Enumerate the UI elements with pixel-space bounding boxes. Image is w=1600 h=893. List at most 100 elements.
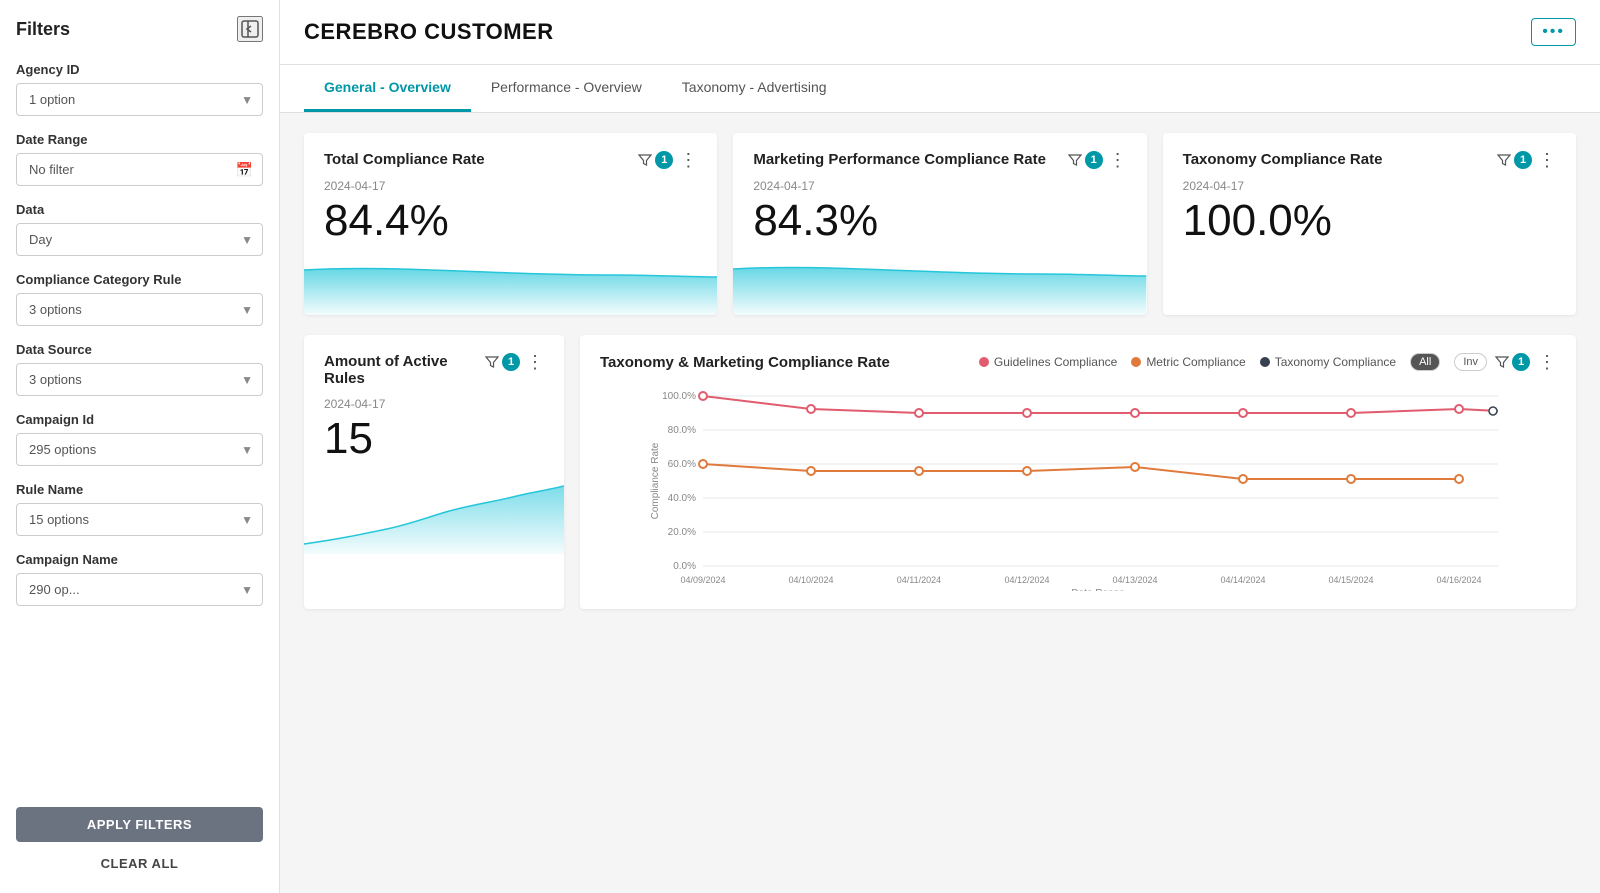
filter-badge-3: 1 [1514, 151, 1532, 169]
tab-performance-overview[interactable]: Performance - Overview [471, 65, 662, 112]
apply-filters-button[interactable]: APPLY FILTERS [16, 807, 263, 842]
kpi-cards-row: Total Compliance Rate 1 ⋮ 2024-04-17 84.… [304, 133, 1576, 315]
sidebar-buttons: APPLY FILTERS CLEAR ALL [16, 795, 263, 893]
chart-legend: Guidelines Compliance Metric Compliance … [979, 353, 1487, 371]
filter-date-range: Date Range No filter 📅 [16, 132, 263, 186]
filter-compliance-category: Compliance Category Rule 3 options ▼ [16, 272, 263, 326]
card-total-compliance-actions: 1 ⋮ [638, 151, 697, 169]
filter-rule-name-select[interactable]: 15 options [16, 503, 263, 536]
card-taxonomy-compliance: Taxonomy Compliance Rate 1 ⋮ 2024-04-17 … [1163, 133, 1576, 315]
legend-dot-guidelines [979, 357, 989, 367]
filter-agency-id: Agency ID 1 option ▼ [16, 62, 263, 116]
sidebar-collapse-button[interactable] [237, 16, 263, 42]
legend-dot-taxonomy [1260, 357, 1270, 367]
taxonomy-compliance-date: 2024-04-17 [1183, 179, 1556, 193]
legend-guidelines: Guidelines Compliance [979, 355, 1117, 369]
marketing-performance-more-button[interactable]: ⋮ [1109, 151, 1127, 169]
tab-general-overview[interactable]: General - Overview [304, 65, 471, 112]
legend-dot-metric [1131, 357, 1141, 367]
total-compliance-more-button[interactable]: ⋮ [679, 151, 697, 169]
svg-text:04/11/2024: 04/11/2024 [897, 575, 941, 585]
filter-data-label: Data [16, 202, 263, 217]
line-chart-actions: Guidelines Compliance Metric Compliance … [979, 353, 1556, 371]
sidebar: Filters Agency ID 1 option ▼ Date Range … [0, 0, 280, 893]
line-chart-more-button[interactable]: ⋮ [1538, 353, 1556, 371]
filter-rule-name: Rule Name 15 options ▼ [16, 482, 263, 536]
taxonomy-compliance-chart [1163, 255, 1576, 315]
svg-text:04/16/2024: 04/16/2024 [1436, 575, 1481, 585]
legend-taxonomy: Taxonomy Compliance [1260, 355, 1396, 369]
filter-compliance-category-select[interactable]: 3 options [16, 293, 263, 326]
active-rules-more-button[interactable]: ⋮ [526, 353, 544, 371]
card-active-rules: Amount of Active Rules 1 ⋮ 2024-04-17 15 [304, 335, 564, 609]
total-compliance-chart [304, 255, 717, 315]
line-chart-card: Taxonomy & Marketing Compliance Rate Gui… [580, 335, 1576, 609]
filter-icon-2 [1068, 153, 1082, 167]
marketing-performance-filter-button[interactable]: 1 [1068, 151, 1103, 169]
legend-label-guidelines: Guidelines Compliance [994, 355, 1117, 369]
filter-badge-2: 1 [1085, 151, 1103, 169]
header-menu-button[interactable]: ••• [1531, 18, 1576, 46]
card-taxonomy-compliance-header: Taxonomy Compliance Rate 1 ⋮ [1183, 151, 1556, 169]
filter-data-source: Data Source 3 options ▼ [16, 342, 263, 396]
filter-icon-5 [1495, 355, 1509, 369]
filter-data-select[interactable]: Day [16, 223, 263, 256]
tab-taxonomy-advertising[interactable]: Taxonomy - Advertising [662, 65, 847, 112]
marketing-performance-date: 2024-04-17 [753, 179, 1126, 193]
svg-text:Date Range: Date Range [1071, 588, 1125, 591]
active-rules-date: 2024-04-17 [324, 397, 544, 411]
filter-campaign-name-select[interactable]: 290 op... [16, 573, 263, 606]
filter-date-range-select[interactable]: No filter [16, 153, 263, 186]
svg-text:04/10/2024: 04/10/2024 [788, 575, 833, 585]
filter-compliance-category-wrap: 3 options ▼ [16, 293, 263, 326]
filter-badge-5: 1 [1512, 353, 1530, 371]
active-rules-value: 15 [324, 415, 544, 463]
taxonomy-compliance-filter-button[interactable]: 1 [1497, 151, 1532, 169]
card-active-rules-title: Amount of Active Rules [324, 353, 477, 387]
collapse-icon [239, 18, 261, 40]
total-compliance-filter-button[interactable]: 1 [638, 151, 673, 169]
filter-campaign-id-wrap: 295 options ▼ [16, 433, 263, 466]
sidebar-title: Filters [16, 19, 70, 40]
svg-text:100.0%: 100.0% [662, 391, 696, 402]
toggle-inv-button[interactable]: Inv [1454, 353, 1487, 371]
svg-text:04/14/2024: 04/14/2024 [1220, 575, 1265, 585]
filter-agency-id-select[interactable]: 1 option [16, 83, 263, 116]
card-taxonomy-compliance-actions: 1 ⋮ [1497, 151, 1556, 169]
svg-text:Compliance Rate: Compliance Rate [650, 443, 661, 520]
filter-campaign-id: Campaign Id 295 options ▼ [16, 412, 263, 466]
content-area: Total Compliance Rate 1 ⋮ 2024-04-17 84.… [280, 113, 1600, 893]
filter-campaign-name: Campaign Name 290 op... ▼ [16, 552, 263, 606]
filter-icon [638, 153, 652, 167]
main-content: CEREBRO CUSTOMER ••• General - Overview … [280, 0, 1600, 893]
filter-date-range-wrap: No filter 📅 [16, 153, 263, 186]
filter-badge-4: 1 [502, 353, 520, 371]
svg-text:60.0%: 60.0% [668, 459, 696, 470]
active-rules-filter-button[interactable]: 1 [485, 353, 520, 371]
taxonomy-compliance-more-button[interactable]: ⋮ [1538, 151, 1556, 169]
line-chart-title: Taxonomy & Marketing Compliance Rate [600, 354, 890, 371]
filter-icon-3 [1497, 153, 1511, 167]
filter-compliance-category-label: Compliance Category Rule [16, 272, 263, 287]
filter-agency-id-label: Agency ID [16, 62, 263, 77]
filter-rule-name-label: Rule Name [16, 482, 263, 497]
card-total-compliance-header: Total Compliance Rate 1 ⋮ [324, 151, 697, 169]
main-header: CEREBRO CUSTOMER ••• [280, 0, 1600, 65]
line-chart-filter-button[interactable]: 1 [1495, 353, 1530, 371]
svg-text:04/12/2024: 04/12/2024 [1004, 575, 1049, 585]
filter-campaign-name-label: Campaign Name [16, 552, 263, 567]
filter-campaign-id-select[interactable]: 295 options [16, 433, 263, 466]
card-total-compliance-title: Total Compliance Rate [324, 151, 630, 168]
active-rules-chart [304, 474, 564, 554]
legend-label-metric: Metric Compliance [1146, 355, 1245, 369]
total-compliance-value: 84.4% [324, 197, 697, 245]
marketing-performance-value: 84.3% [753, 197, 1126, 245]
clear-all-button[interactable]: CLEAR ALL [16, 850, 263, 877]
filter-campaign-id-label: Campaign Id [16, 412, 263, 427]
svg-text:80.0%: 80.0% [668, 425, 696, 436]
filter-data-source-select[interactable]: 3 options [16, 363, 263, 396]
line-chart-svg: 100.0% 80.0% 60.0% 40.0% 20.0% 0.0% Comp… [600, 381, 1556, 591]
svg-text:04/09/2024: 04/09/2024 [680, 575, 725, 585]
toggle-all-button[interactable]: All [1410, 353, 1440, 371]
svg-text:40.0%: 40.0% [668, 493, 696, 504]
